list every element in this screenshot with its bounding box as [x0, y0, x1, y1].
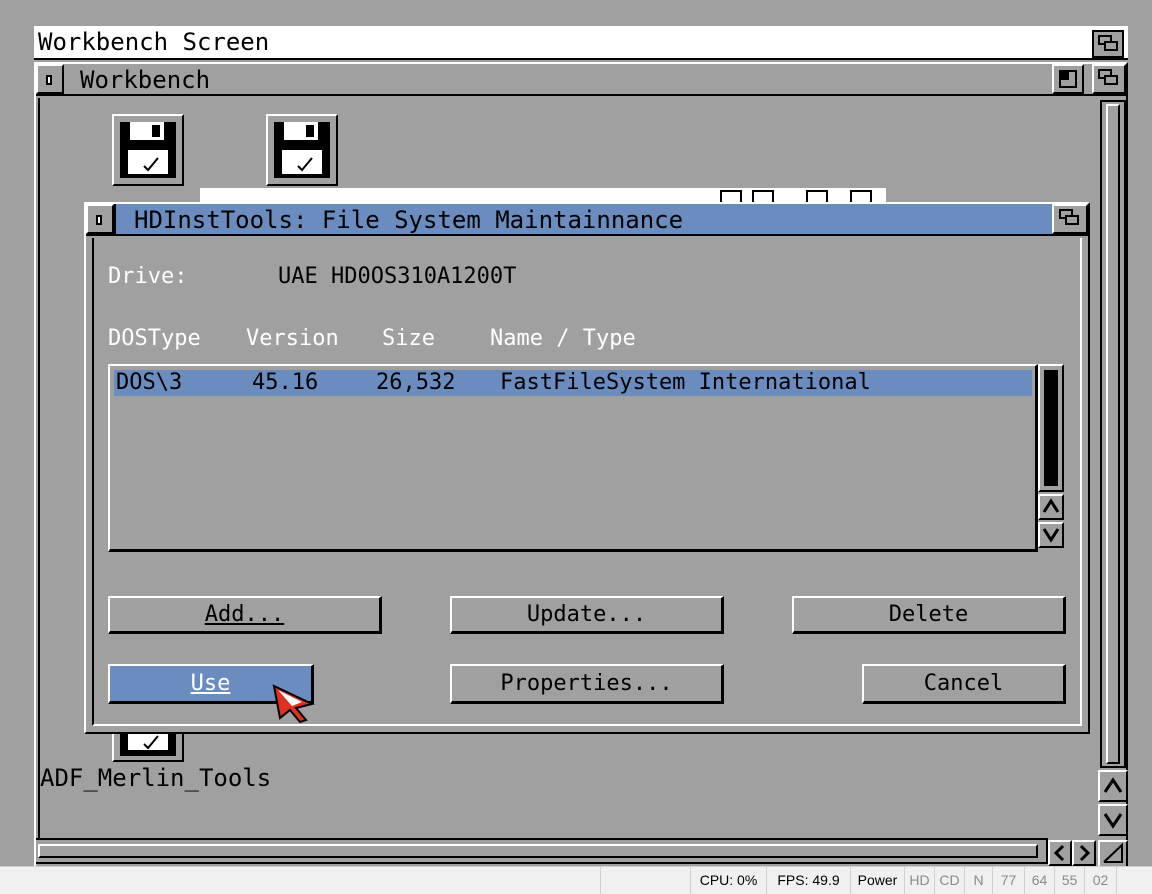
- cancel-button[interactable]: Cancel: [862, 664, 1066, 704]
- screen-depth-icon[interactable]: [1092, 30, 1124, 58]
- row-size: 26,532: [376, 370, 456, 395]
- list-scroll-knob[interactable]: [1044, 370, 1058, 486]
- properties-button-label: Properties...: [500, 671, 673, 696]
- cancel-button-label: Cancel: [923, 671, 1004, 696]
- zoom-gadget-icon[interactable]: [1052, 64, 1084, 94]
- screen-title-bar: Workbench Screen: [34, 26, 1128, 60]
- scroll-up-arrow-icon[interactable]: [1098, 770, 1128, 802]
- dialog-title: HDInstTools: File System Maintainnance: [134, 206, 684, 234]
- drive-0-status: 77: [992, 867, 1024, 894]
- update-button-label: Update...: [526, 602, 647, 627]
- list-scroll-up-arrow-icon[interactable]: [1038, 494, 1064, 520]
- dialog-title-bar[interactable]: HDInstTools: File System Maintainnance: [86, 204, 1088, 236]
- column-header-dostype: DOSType: [108, 326, 201, 351]
- properties-button[interactable]: Properties...: [450, 664, 724, 704]
- row-name-type: FastFileSystem International: [500, 370, 871, 395]
- depth-gadget-icon[interactable]: [1092, 64, 1126, 94]
- column-header-version: Version: [246, 326, 339, 351]
- row-version: 45.16: [252, 370, 319, 395]
- drive-label: Drive:: [108, 264, 188, 289]
- disk-icon[interactable]: [112, 114, 184, 186]
- close-gadget-icon[interactable]: [86, 204, 114, 234]
- column-header-size: Size: [382, 326, 435, 351]
- add-button[interactable]: Add...: [108, 596, 382, 634]
- table-row[interactable]: DOS\3 45.16 26,532 FastFileSystem Intern…: [114, 370, 1032, 396]
- row-dostype: DOS\3: [116, 370, 183, 395]
- list-scrollbar[interactable]: [1038, 364, 1064, 492]
- close-gadget-icon[interactable]: [36, 64, 64, 94]
- vertical-scroll-knob[interactable]: [1106, 104, 1120, 764]
- hdinsttools-dialog: HDInstTools: File System Maintainnance D…: [84, 202, 1090, 734]
- hd-led: HD: [904, 867, 934, 894]
- n-led: N: [964, 867, 992, 894]
- scroll-down-arrow-icon[interactable]: [1098, 804, 1128, 836]
- emulator-status-bar: CPU: 0% FPS: 49.9 Power HD CD N 77 64 55…: [0, 866, 1152, 894]
- status-spacer: [600, 867, 690, 894]
- delete-button[interactable]: Delete: [792, 596, 1066, 634]
- power-led: Power: [850, 867, 904, 894]
- filesystem-list[interactable]: DOS\3 45.16 26,532 FastFileSystem Intern…: [108, 364, 1038, 552]
- column-header-name-type: Name / Type: [490, 326, 636, 351]
- list-scroll-down-arrow-icon[interactable]: [1038, 522, 1064, 548]
- drive-3-status: 02: [1084, 867, 1116, 894]
- drive-value: UAE HD0OS310A1200T: [278, 264, 517, 289]
- vertical-scrollbar[interactable]: [1100, 100, 1126, 768]
- screen-title: Workbench Screen: [38, 28, 270, 56]
- horizontal-scroll-knob[interactable]: [38, 844, 1038, 858]
- workbench-title: Workbench: [80, 66, 211, 94]
- drive-2-status: 55: [1054, 867, 1084, 894]
- cpu-status: CPU: 0%: [690, 867, 766, 894]
- horizontal-scrollbar[interactable]: [36, 838, 1048, 864]
- disk-icon[interactable]: [266, 114, 338, 186]
- delete-button-label: Delete: [888, 602, 969, 627]
- use-button-label: Use: [190, 671, 231, 696]
- cd-led: CD: [934, 867, 964, 894]
- mouse-pointer-icon: [272, 684, 315, 724]
- window-inner-border: [36, 98, 40, 838]
- workbench-title-bar[interactable]: Workbench: [36, 64, 1126, 96]
- update-button[interactable]: Update...: [450, 596, 724, 634]
- resize-gadget-icon[interactable]: [1098, 840, 1128, 868]
- add-button-label: Add...: [204, 602, 285, 627]
- fps-status: FPS: 49.9: [766, 867, 850, 894]
- scroll-left-arrow-icon[interactable]: [1048, 840, 1072, 866]
- icon-label[interactable]: ADF_Merlin_Tools: [40, 764, 271, 792]
- depth-gadget-icon[interactable]: [1052, 204, 1088, 234]
- status-spacer: [1116, 867, 1152, 894]
- scroll-right-arrow-icon[interactable]: [1072, 840, 1096, 866]
- drive-1-status: 64: [1024, 867, 1054, 894]
